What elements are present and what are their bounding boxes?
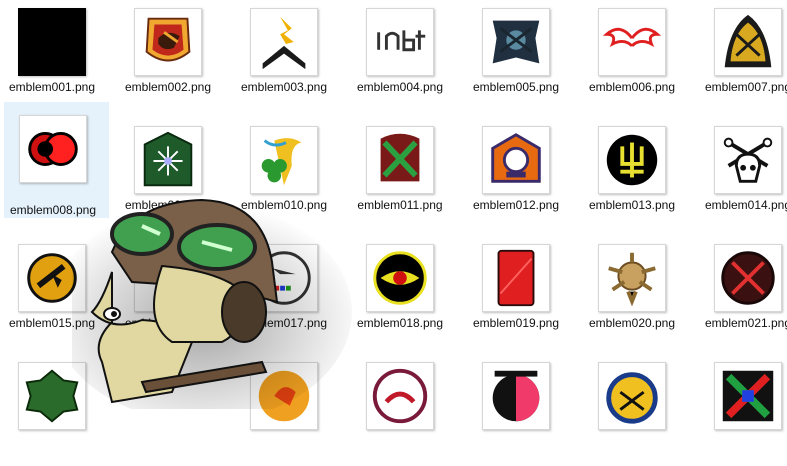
file-item[interactable]: emblem019.png [464, 236, 568, 348]
file-name: emblem019.png [472, 316, 560, 330]
green-x-shield-emblem-icon [366, 126, 434, 194]
blue-gold-circle-emblem-icon [598, 362, 666, 430]
file-name: emblem016.png [124, 316, 212, 330]
file-item[interactable]: emblem012.png [464, 118, 568, 230]
file-name: emblem005.png [472, 80, 560, 94]
hidden-emblem-icon [134, 244, 202, 312]
file-item[interactable] [696, 354, 787, 466]
file-grid: emblem001.png emblem002.png emblem003.pn… [0, 0, 787, 430]
file-item[interactable]: emblem001.png [0, 0, 104, 112]
fist-circle-emblem-icon [18, 244, 86, 312]
file-item[interactable]: emblem009.png [116, 118, 220, 230]
file-name: emblem001.png [8, 80, 96, 94]
file-name: emblem015.png [8, 316, 96, 330]
red-card-emblem-icon [482, 244, 550, 312]
file-item[interactable] [232, 354, 336, 466]
file-name: emblem020.png [588, 316, 676, 330]
text-glyph-emblem-icon [366, 8, 434, 76]
file-item[interactable]: emblem002.png [116, 0, 220, 112]
file-item[interactable]: emblem011.png [348, 118, 452, 230]
file-item[interactable]: emblem007.png [696, 0, 787, 112]
pink-split-circle-emblem-icon [482, 362, 550, 430]
yellow-trident-circle-emblem-icon [598, 126, 666, 194]
file-name: emblem010.png [240, 198, 328, 212]
file-item[interactable]: emblem018.png [348, 236, 452, 348]
file-name: emblem012.png [472, 198, 560, 212]
skull-crossbones-emblem-icon [714, 126, 782, 194]
file-item[interactable]: emblem014.png [696, 118, 787, 230]
file-name: emblem007.png [704, 80, 787, 94]
lightning-chevron-emblem-icon [250, 8, 318, 76]
file-name: emblem009.png [124, 198, 212, 212]
red-eye-circle-emblem-icon [366, 244, 434, 312]
file-name: emblem006.png [588, 80, 676, 94]
file-item[interactable] [580, 354, 684, 466]
red-flame-circle-emblem-icon [366, 362, 434, 430]
ornate-crest-emblem-icon [482, 8, 550, 76]
swallow-circle-emblem-icon [250, 244, 318, 312]
red-gold-bird-shield-emblem-icon [134, 8, 202, 76]
file-item[interactable] [0, 354, 104, 466]
shamrock-harp-emblem-icon [250, 126, 318, 194]
file-name: emblem004.png [356, 80, 444, 94]
file-item[interactable]: emblem006.png [580, 0, 684, 112]
file-name: emblem017.png [240, 316, 328, 330]
file-item[interactable] [464, 354, 568, 466]
file-item[interactable]: emblem017.png [232, 236, 336, 348]
file-name: emblem013.png [588, 198, 676, 212]
gold-ornament-emblem-icon [598, 244, 666, 312]
file-name: emblem018.png [356, 316, 444, 330]
file-name: emblem008.png [9, 203, 97, 217]
colorful-x-emblem-icon [714, 362, 782, 430]
green-badge-emblem-icon [18, 362, 86, 430]
file-item[interactable] [348, 354, 452, 466]
file-item[interactable]: emblem003.png [232, 0, 336, 112]
yellow-bird-emblem-icon [250, 362, 318, 430]
black-square-emblem-icon [18, 8, 86, 76]
orange-gear-badge-emblem-icon [482, 126, 550, 194]
file-item[interactable]: emblem016.png [116, 236, 220, 348]
file-name: emblem011.png [357, 198, 443, 212]
gold-triangle-axes-emblem-icon [714, 8, 782, 76]
file-item[interactable]: emblem020.png [580, 236, 684, 348]
file-item[interactable]: emblem010.png [232, 118, 336, 230]
file-name: emblem002.png [124, 80, 212, 94]
file-item[interactable]: emblem005.png [464, 0, 568, 112]
file-item[interactable]: emblem021.png [696, 236, 787, 348]
file-item[interactable]: emblem015.png [0, 236, 104, 348]
file-name: emblem003.png [240, 80, 328, 94]
red-wings-emblem-icon [598, 8, 666, 76]
green-star-shield-emblem-icon [134, 126, 202, 194]
file-item-selected[interactable]: emblem008.png [4, 102, 109, 218]
file-item[interactable]: emblem004.png [348, 0, 452, 112]
red-crossed-swords-emblem-icon [714, 244, 782, 312]
file-name: emblem021.png [704, 316, 787, 330]
red-double-circle-emblem-icon [19, 115, 87, 183]
file-name: emblem014.png [704, 198, 787, 212]
file-item[interactable]: emblem013.png [580, 118, 684, 230]
